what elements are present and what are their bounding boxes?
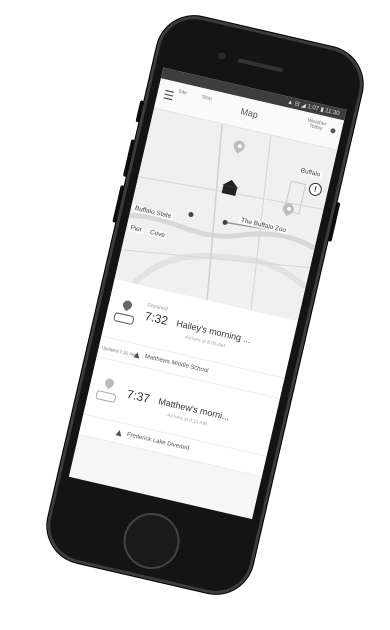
power-button [327, 201, 341, 242]
phone-mockup: ▲ ⊟ ◢ 1:07 ▮ 11:30 ☰ Site Stop Map Weath… [0, 0, 390, 630]
bus-icon [113, 311, 135, 325]
phone-screen: ▲ ⊟ ◢ 1:07 ▮ 11:30 ☰ Site Stop Map Weath… [68, 67, 347, 520]
bus-icon [95, 389, 117, 403]
earpiece-speaker [237, 58, 284, 73]
front-camera [217, 51, 227, 61]
phone-body: ▲ ⊟ ◢ 1:07 ▮ 11:30 ☰ Site Stop Map Weath… [39, 8, 371, 602]
warning-icon [115, 429, 123, 437]
home-button[interactable] [117, 507, 186, 575]
location-pin-icon [102, 376, 116, 389]
mute-switch [135, 100, 145, 123]
volume-up-button [122, 139, 136, 178]
alert-updated-time: Updated 7:31 AM [101, 344, 137, 358]
location-pin-icon [120, 298, 134, 311]
volume-down-button [112, 184, 125, 223]
